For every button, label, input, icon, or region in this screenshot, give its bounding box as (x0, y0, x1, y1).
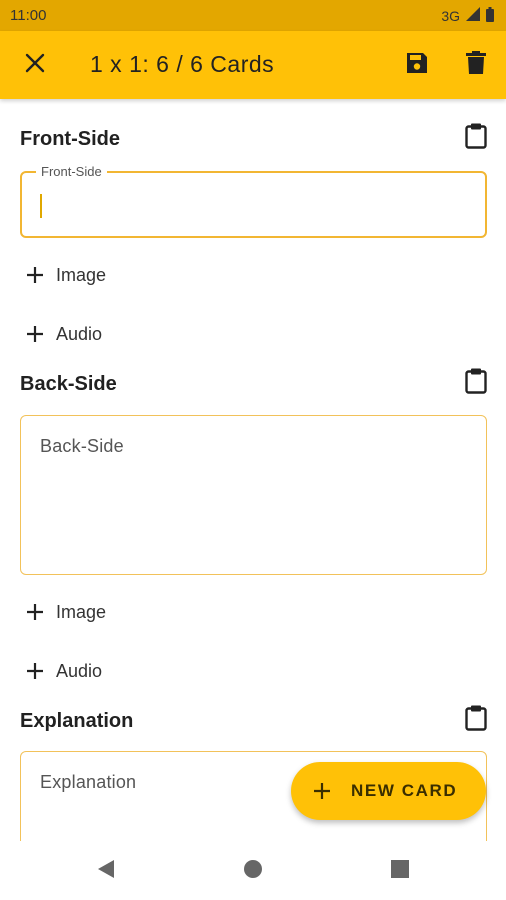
front-side-input[interactable]: Front-Side (20, 164, 487, 238)
save-icon (405, 51, 429, 80)
close-button[interactable] (11, 41, 59, 89)
page-title: 1 x 1: 6 / 6 Cards (90, 51, 275, 77)
front-paste-button[interactable] (452, 114, 500, 162)
front-side-heading: Front-Side (20, 128, 120, 150)
back-add-audio-label: Audio (56, 660, 103, 681)
nav-back-button[interactable] (86, 851, 126, 891)
plus-icon (24, 323, 46, 345)
plus-icon (311, 780, 333, 802)
delete-icon (466, 50, 486, 80)
plus-icon (24, 660, 46, 682)
back-side-input[interactable]: Back-Side (20, 415, 487, 575)
front-add-audio-button[interactable]: Audio (24, 323, 102, 345)
save-button[interactable] (393, 41, 441, 89)
plus-icon (24, 601, 46, 623)
back-add-audio-button[interactable]: Audio (24, 660, 102, 682)
new-card-button[interactable]: NEW CARD (291, 762, 486, 820)
nav-back-icon (97, 859, 115, 884)
status-icons: 3G (441, 6, 494, 25)
battery-icon (486, 6, 494, 25)
status-time: 11:00 (10, 7, 47, 24)
clipboard-icon (465, 368, 487, 399)
close-icon (25, 53, 45, 78)
front-add-image-button[interactable]: Image (24, 264, 106, 286)
back-side-heading: Back-Side (20, 373, 117, 395)
nav-home-button[interactable] (233, 851, 273, 891)
front-add-image-label: Image (56, 264, 107, 285)
nav-recents-button[interactable] (380, 851, 420, 891)
clipboard-icon (465, 123, 487, 154)
back-add-image-label: Image (56, 601, 107, 622)
network-type: 3G (441, 7, 460, 24)
new-card-label: NEW CARD (351, 781, 458, 800)
delete-button[interactable] (452, 41, 500, 89)
explanation-paste-button[interactable] (452, 696, 500, 744)
clipboard-icon (465, 705, 487, 736)
explanation-heading: Explanation (20, 710, 134, 732)
card-editor-form[interactable]: Front-Side Front-Side Image Audio Back-S… (0, 99, 506, 841)
back-paste-button[interactable] (452, 359, 500, 407)
front-side-input-label: Front-Side (36, 164, 107, 179)
nav-recents-icon (391, 859, 409, 883)
system-nav-bar (0, 841, 506, 900)
nav-home-icon (243, 859, 263, 884)
signal-icon (466, 7, 480, 24)
text-cursor (40, 194, 42, 218)
explanation-placeholder: Explanation (40, 772, 137, 792)
back-add-image-button[interactable]: Image (24, 601, 106, 623)
front-add-audio-label: Audio (56, 323, 103, 344)
back-side-placeholder: Back-Side (40, 436, 124, 456)
status-bar: 11:00 3G (0, 0, 506, 31)
plus-icon (24, 264, 46, 286)
app-bar: 1 x 1: 6 / 6 Cards (0, 31, 506, 99)
